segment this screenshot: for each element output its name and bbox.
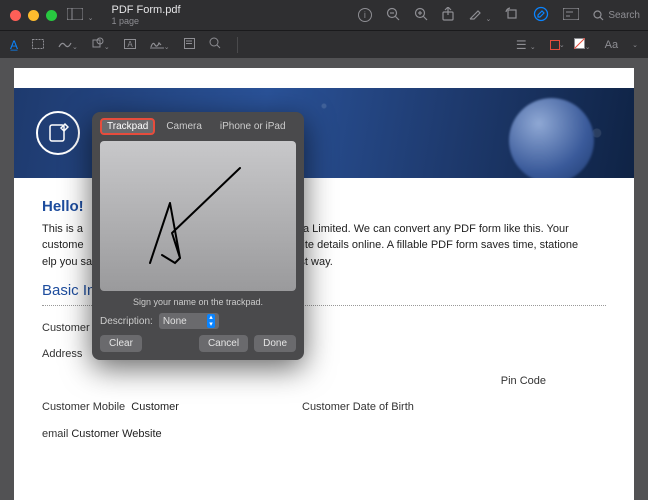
stroke-color-icon[interactable]: ⌄	[550, 40, 560, 50]
highlight-icon[interactable]: ⌄	[468, 7, 492, 24]
field-pin-code[interactable]: Pin Code	[501, 375, 546, 387]
svg-text:A: A	[127, 40, 133, 49]
form-icon[interactable]	[563, 8, 579, 23]
minimize-window-button[interactable]	[28, 10, 39, 21]
description-select[interactable]: None ▴▾	[159, 313, 219, 329]
sketch-icon[interactable]: ⌄	[58, 38, 78, 52]
tab-camera[interactable]: Camera	[159, 118, 209, 135]
traffic-lights	[10, 10, 57, 21]
rect-select-icon[interactable]	[32, 38, 44, 52]
zoom-window-button[interactable]	[46, 10, 57, 21]
window-titlebar: ⌄ PDF Form.pdf 1 page i ⌄ Search	[0, 0, 648, 30]
rotate-icon[interactable]	[505, 7, 519, 24]
description-value: None	[163, 316, 187, 327]
document-subtitle: 1 page	[112, 16, 181, 26]
sign-icon[interactable]: ⌄	[150, 37, 170, 52]
signature-canvas[interactable]	[100, 141, 296, 291]
search-field[interactable]: Search	[593, 10, 640, 21]
decorative-orb	[509, 98, 594, 178]
zoom-in-icon[interactable]	[414, 7, 428, 24]
document-title: PDF Form.pdf	[112, 4, 181, 16]
text-style-icon[interactable]: Aa	[605, 39, 618, 51]
signature-stroke	[130, 163, 250, 283]
text-icon[interactable]: A	[124, 38, 136, 52]
field-customer2: Customer	[131, 401, 179, 413]
shapes-icon[interactable]: ⌄	[92, 37, 110, 52]
markup-icon[interactable]	[533, 6, 549, 25]
titlebar-actions: i ⌄ Search	[358, 6, 640, 25]
field-address[interactable]: Address	[42, 348, 82, 360]
sidebar-toggle-icon[interactable]: ⌄	[67, 8, 94, 23]
loupe-icon[interactable]	[209, 37, 221, 52]
page-area: le PDF Hello! This is a a Limited. We ca…	[0, 58, 648, 500]
signature-popover: Trackpad Camera iPhone or iPad Sign your…	[92, 112, 304, 360]
zoom-out-icon[interactable]	[386, 7, 400, 24]
clear-button[interactable]: Clear	[100, 335, 142, 352]
title-group: PDF Form.pdf 1 page	[112, 4, 181, 26]
fill-color-icon[interactable]: ⌄	[574, 38, 591, 52]
select-arrows-icon: ▴▾	[207, 314, 215, 328]
edit-circle-icon	[36, 111, 80, 155]
search-placeholder: Search	[608, 10, 640, 21]
info-icon[interactable]: i	[358, 8, 372, 22]
description-label: Description:	[100, 316, 153, 327]
field-email[interactable]: email	[42, 428, 68, 440]
share-icon[interactable]	[442, 7, 454, 24]
cancel-button[interactable]: Cancel	[199, 335, 248, 352]
text-select-icon[interactable]: A̲	[10, 38, 18, 52]
signature-instruction: Sign your name on the trackpad.	[92, 297, 304, 307]
tab-trackpad[interactable]: Trackpad	[100, 118, 155, 135]
field-mobile[interactable]: Customer Mobile	[42, 401, 125, 413]
markup-toolbar: A̲ ⌄ ⌄ A ⌄ ☰ ⌄ ⌄ ⌄ Aa⌄	[0, 30, 648, 58]
done-button[interactable]: Done	[254, 335, 296, 352]
line-style-icon[interactable]: ☰ ⌄	[516, 38, 536, 52]
signature-tabs: Trackpad Camera iPhone or iPad	[92, 112, 304, 139]
field-dob[interactable]: Customer Date of Birth	[302, 401, 414, 413]
note-icon[interactable]	[184, 38, 195, 52]
field-website[interactable]: Customer Website	[71, 428, 161, 440]
tab-iphone-ipad[interactable]: iPhone or iPad	[213, 118, 293, 135]
close-window-button[interactable]	[10, 10, 21, 21]
